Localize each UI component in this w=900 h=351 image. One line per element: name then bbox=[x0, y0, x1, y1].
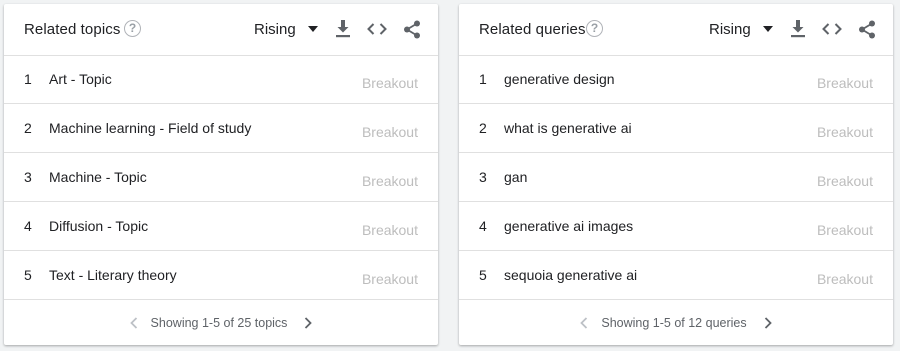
rank-number: 5 bbox=[479, 267, 487, 283]
breakout-value: Breakout bbox=[361, 173, 418, 189]
list-item[interactable]: 3 Machine - Topic Breakout bbox=[4, 153, 438, 202]
related-topics-card: Related topics ? Rising 1 Art - Topic Br… bbox=[4, 4, 438, 345]
breakout-value: Breakout bbox=[816, 124, 873, 140]
rising-top-select[interactable]: Rising bbox=[709, 16, 773, 42]
pagination-text: Showing 1-5 of 25 topics bbox=[150, 316, 288, 330]
trends-related-panels: Related topics ? Rising 1 Art - Topic Br… bbox=[0, 0, 900, 351]
breakout-value: Breakout bbox=[816, 173, 873, 189]
caret-down-icon bbox=[762, 26, 773, 32]
chevron-left-icon[interactable] bbox=[127, 316, 141, 330]
breakout-value: Breakout bbox=[361, 75, 418, 91]
related-queries-card: Related queries ? Rising 1 generative de… bbox=[459, 4, 893, 345]
topics-list: 1 Art - Topic Breakout 2 Machine learnin… bbox=[4, 55, 438, 300]
rank-number: 2 bbox=[479, 120, 487, 136]
topic-link[interactable]: Art - Topic bbox=[49, 71, 112, 87]
list-item[interactable]: 3 gan Breakout bbox=[459, 153, 893, 202]
query-link[interactable]: sequoia generative ai bbox=[504, 267, 637, 283]
rank-number: 1 bbox=[24, 71, 32, 87]
rank-number: 3 bbox=[24, 169, 32, 185]
card-header: Related queries ? Rising bbox=[459, 4, 893, 56]
query-link[interactable]: gan bbox=[504, 169, 527, 185]
embed-code-icon[interactable] bbox=[366, 18, 388, 40]
card-header: Related topics ? Rising bbox=[4, 4, 438, 56]
list-item[interactable]: 5 sequoia generative ai Breakout bbox=[459, 251, 893, 300]
chevron-left-icon[interactable] bbox=[577, 316, 591, 330]
breakout-value: Breakout bbox=[816, 222, 873, 238]
share-icon[interactable] bbox=[401, 18, 423, 40]
breakout-value: Breakout bbox=[816, 75, 873, 91]
topic-link[interactable]: Machine - Topic bbox=[49, 169, 147, 185]
queries-list: 1 generative design Breakout 2 what is g… bbox=[459, 55, 893, 300]
query-link[interactable]: generative ai images bbox=[504, 218, 633, 234]
caret-down-icon bbox=[307, 26, 318, 32]
breakout-value: Breakout bbox=[361, 124, 418, 140]
rank-number: 3 bbox=[479, 169, 487, 185]
card-title: Related topics bbox=[24, 21, 121, 38]
list-item[interactable]: 1 generative design Breakout bbox=[459, 55, 893, 104]
rising-top-select[interactable]: Rising bbox=[254, 16, 318, 42]
list-item[interactable]: 2 what is generative ai Breakout bbox=[459, 104, 893, 153]
download-icon[interactable] bbox=[332, 18, 354, 40]
download-icon[interactable] bbox=[787, 18, 809, 40]
select-value: Rising bbox=[254, 20, 296, 38]
breakout-value: Breakout bbox=[361, 271, 418, 287]
rank-number: 5 bbox=[24, 267, 32, 283]
share-icon[interactable] bbox=[856, 18, 878, 40]
topic-link[interactable]: Diffusion - Topic bbox=[49, 218, 148, 234]
chevron-right-icon[interactable] bbox=[301, 316, 315, 330]
chevron-right-icon[interactable] bbox=[761, 316, 775, 330]
pagination: Showing 1-5 of 25 topics bbox=[4, 301, 438, 345]
help-icon[interactable]: ? bbox=[124, 20, 141, 37]
breakout-value: Breakout bbox=[816, 271, 873, 287]
list-item[interactable]: 4 Diffusion - Topic Breakout bbox=[4, 202, 438, 251]
list-item[interactable]: 2 Machine learning - Field of study Brea… bbox=[4, 104, 438, 153]
query-link[interactable]: generative design bbox=[504, 71, 615, 87]
select-value: Rising bbox=[709, 20, 751, 38]
list-item[interactable]: 4 generative ai images Breakout bbox=[459, 202, 893, 251]
pagination: Showing 1-5 of 12 queries bbox=[459, 301, 893, 345]
query-link[interactable]: what is generative ai bbox=[504, 120, 632, 136]
rank-number: 2 bbox=[24, 120, 32, 136]
list-item[interactable]: 1 Art - Topic Breakout bbox=[4, 55, 438, 104]
rank-number: 4 bbox=[479, 218, 487, 234]
rank-number: 1 bbox=[479, 71, 487, 87]
pagination-text: Showing 1-5 of 12 queries bbox=[601, 316, 747, 330]
breakout-value: Breakout bbox=[361, 222, 418, 238]
help-icon[interactable]: ? bbox=[586, 20, 603, 37]
embed-code-icon[interactable] bbox=[821, 18, 843, 40]
list-item[interactable]: 5 Text - Literary theory Breakout bbox=[4, 251, 438, 300]
topic-link[interactable]: Machine learning - Field of study bbox=[49, 120, 251, 136]
rank-number: 4 bbox=[24, 218, 32, 234]
topic-link[interactable]: Text - Literary theory bbox=[49, 267, 177, 283]
card-title: Related queries bbox=[479, 21, 586, 38]
